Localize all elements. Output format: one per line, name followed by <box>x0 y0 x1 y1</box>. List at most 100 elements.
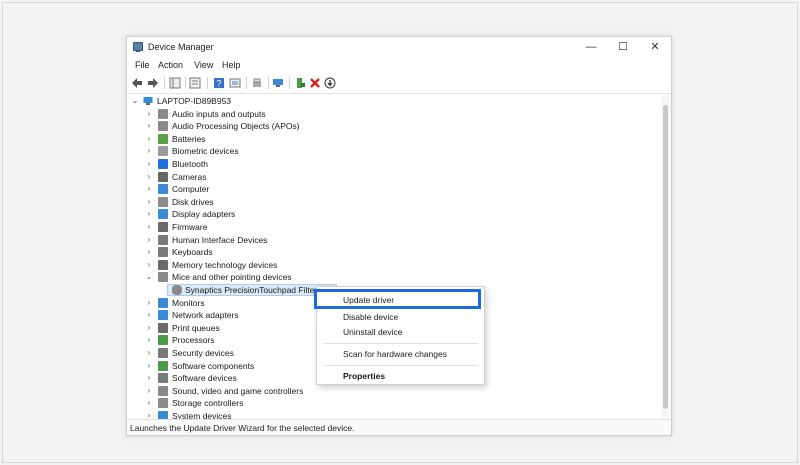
back-arrow-icon[interactable] <box>131 77 143 89</box>
mouse-icon <box>158 272 168 283</box>
chevron-right-icon[interactable]: › <box>145 360 153 372</box>
tree-item-storage-controllers[interactable]: › Storage controllers <box>127 397 661 409</box>
chevron-right-icon[interactable]: › <box>145 347 153 359</box>
toolbar-separator <box>246 77 247 89</box>
chevron-down-icon[interactable]: ⌄ <box>145 271 153 283</box>
toolbar-separator <box>289 77 290 89</box>
uninstall-icon[interactable] <box>309 77 321 89</box>
chevron-right-icon[interactable]: › <box>145 171 153 183</box>
toolbar-separator <box>185 77 186 89</box>
tree-item-mice-and-other-pointing-devices[interactable]: ⌄ Mice and other pointing devices <box>127 271 661 283</box>
tree-item-batteries[interactable]: › Batteries <box>127 133 661 145</box>
disk-drive-icon <box>158 196 168 207</box>
monitor-icon <box>158 297 168 308</box>
scan-hardware-icon[interactable] <box>272 77 284 89</box>
disable-device-label: Disable device <box>343 312 399 322</box>
properties-icon[interactable] <box>189 77 201 89</box>
tree-item-display-adapters[interactable]: › Display adapters <box>127 208 661 220</box>
tree-item-memory-technology-devices[interactable]: › Memory technology devices <box>127 259 661 271</box>
tree-item-label: Disk drives <box>172 196 214 207</box>
update-driver-icon[interactable] <box>294 77 306 89</box>
window-title: Device Manager <box>148 42 214 52</box>
chevron-right-icon[interactable]: › <box>145 334 153 346</box>
tree-item-sound-video-and-game-controllers[interactable]: › Sound, video and game controllers <box>127 385 661 397</box>
maximize-button[interactable]: ☐ <box>613 40 633 54</box>
chevron-right-icon[interactable]: › <box>145 158 153 170</box>
chevron-right-icon[interactable]: › <box>145 322 153 334</box>
tree-item-bluetooth[interactable]: › Bluetooth <box>127 158 661 170</box>
tree-item-cameras[interactable]: › Cameras <box>127 171 661 183</box>
tree-item-label: Batteries <box>172 133 206 144</box>
tree-item-label: Storage controllers <box>172 398 244 409</box>
close-button[interactable]: ✕ <box>645 40 665 54</box>
chevron-right-icon[interactable]: › <box>145 309 153 321</box>
help-icon[interactable]: ? <box>213 77 225 89</box>
show-hide-tree-icon[interactable] <box>169 77 181 89</box>
display-adapter-icon <box>158 209 168 220</box>
tree-item-audio-processing-objects-apos[interactable]: › Audio Processing Objects (APOs) <box>127 120 661 132</box>
menu-action[interactable]: Action <box>158 60 183 70</box>
chevron-right-icon[interactable]: › <box>145 196 153 208</box>
tree-item-label: Network adapters <box>172 310 239 321</box>
chevron-right-icon[interactable]: › <box>145 108 153 120</box>
chevron-right-icon[interactable]: › <box>145 208 153 220</box>
scan-hardware-label: Scan for hardware changes <box>343 349 447 359</box>
chevron-right-icon[interactable]: › <box>145 133 153 145</box>
menu-update-driver[interactable]: Update driver <box>314 289 484 309</box>
vertical-scrollbar[interactable] <box>661 95 671 419</box>
chevron-right-icon[interactable]: › <box>145 372 153 384</box>
toolbar-separator <box>164 77 165 89</box>
menu-scan-hardware[interactable]: Scan for hardware changes <box>317 346 484 362</box>
menu-separator <box>323 343 478 344</box>
scrollbar-thumb[interactable] <box>663 105 668 409</box>
menu-uninstall-device[interactable]: Uninstall device <box>317 324 484 340</box>
keyboard-icon <box>158 247 168 258</box>
tree-item-human-interface-devices[interactable]: › Human Interface Devices <box>127 234 661 246</box>
tree-item-biometric-devices[interactable]: › Biometric devices <box>127 145 661 157</box>
menu-file[interactable]: File <box>135 60 150 70</box>
chevron-right-icon[interactable]: › <box>145 410 153 419</box>
svg-text:?: ? <box>216 79 221 89</box>
menu-disable-device[interactable]: Disable device <box>317 309 484 325</box>
chevron-right-icon[interactable]: › <box>145 385 153 397</box>
minimize-button[interactable]: — <box>581 40 601 54</box>
device-manager-icon <box>133 42 143 52</box>
chevron-right-icon[interactable]: › <box>145 183 153 195</box>
view-icon[interactable] <box>229 77 241 89</box>
chevron-right-icon[interactable]: › <box>145 120 153 132</box>
bluetooth-icon <box>158 159 168 169</box>
menu-properties[interactable]: Properties <box>317 368 484 384</box>
chevron-right-icon[interactable]: › <box>145 145 153 157</box>
menu-help[interactable]: Help <box>222 60 241 70</box>
tree-item-keyboards[interactable]: › Keyboards <box>127 246 661 258</box>
software-icon <box>158 373 168 384</box>
tree-item-label: Bluetooth <box>172 159 208 169</box>
tree-item-label: Keyboards <box>172 247 213 258</box>
tree-item-firmware[interactable]: › Firmware <box>127 221 661 233</box>
tree-item-label: Print queues <box>172 322 220 333</box>
tree-item-system-devices[interactable]: › System devices <box>127 410 661 419</box>
chevron-right-icon[interactable]: › <box>145 259 153 271</box>
monitor-icon <box>158 184 168 195</box>
chevron-right-icon[interactable]: › <box>145 234 153 246</box>
tree-item-disk-drives[interactable]: › Disk drives <box>127 196 661 208</box>
menu-view[interactable]: View <box>194 60 213 70</box>
tree-item-computer[interactable]: › Computer <box>127 183 661 195</box>
storage-icon <box>158 398 168 409</box>
tree-item-label: Audio Processing Objects (APOs) <box>172 121 300 132</box>
tree-item-label: Biometric devices <box>172 146 239 157</box>
print-icon[interactable] <box>251 77 263 89</box>
toolbar: ? <box>127 73 671 94</box>
forward-arrow-icon[interactable] <box>147 77 159 89</box>
chevron-right-icon[interactable]: › <box>145 221 153 233</box>
chevron-right-icon[interactable]: › <box>145 297 153 309</box>
chevron-right-icon[interactable]: › <box>145 246 153 258</box>
chevron-down-icon[interactable]: ⌄ <box>131 95 139 107</box>
title-bar[interactable]: Device Manager — ☐ ✕ <box>127 37 671 57</box>
battery-icon <box>158 133 168 144</box>
tree-item-label: Display adapters <box>172 209 236 220</box>
tree-item-audio-inputs-and-outputs[interactable]: › Audio inputs and outputs <box>127 108 661 120</box>
download-icon[interactable] <box>324 77 336 89</box>
chevron-right-icon[interactable]: › <box>145 397 153 409</box>
tree-root[interactable]: ⌄ LAPTOP-ID89B953 <box>127 95 661 107</box>
